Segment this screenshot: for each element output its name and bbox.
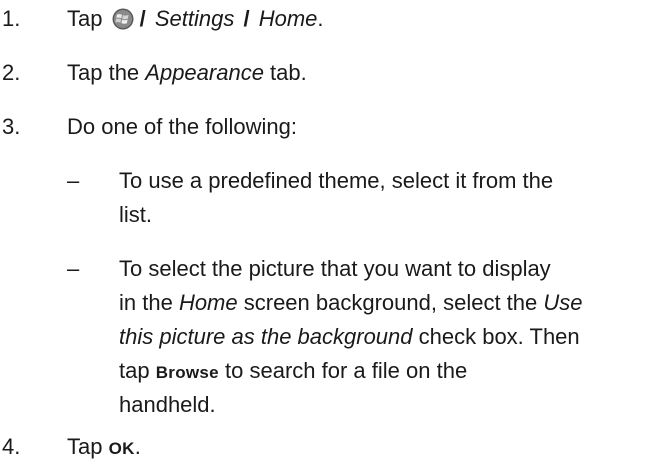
step-number: 2. <box>2 60 21 85</box>
step-number: 1. <box>2 6 21 31</box>
checkbox-label: this picture as the background <box>119 324 413 349</box>
ok-button-label: OK <box>108 439 135 458</box>
path-separator: / <box>139 6 146 31</box>
browse-button-label: Browse <box>155 363 219 382</box>
step-number: 3. <box>2 114 21 139</box>
bullet-dash: – <box>67 168 80 193</box>
step-number: 4. <box>2 434 21 459</box>
step-text: Tap OK. <box>67 434 141 459</box>
path-separator: / <box>243 6 250 31</box>
settings-label: Settings <box>154 6 235 31</box>
step-text: Tap the Appearance tab. <box>67 60 307 85</box>
bullet-dash: – <box>67 256 80 281</box>
step-text: Do one of the following: <box>67 114 297 139</box>
instructions: 1. Tap / Settings / Home. 2. Tap the App… <box>0 0 657 466</box>
appearance-label: Appearance <box>145 60 264 85</box>
home-label: Home <box>258 6 318 31</box>
step-text: Tap / Settings / Home. <box>67 6 324 31</box>
step-prefix: Tap <box>67 6 103 31</box>
home-label: Home <box>178 290 238 315</box>
windows-start-icon <box>112 6 134 30</box>
